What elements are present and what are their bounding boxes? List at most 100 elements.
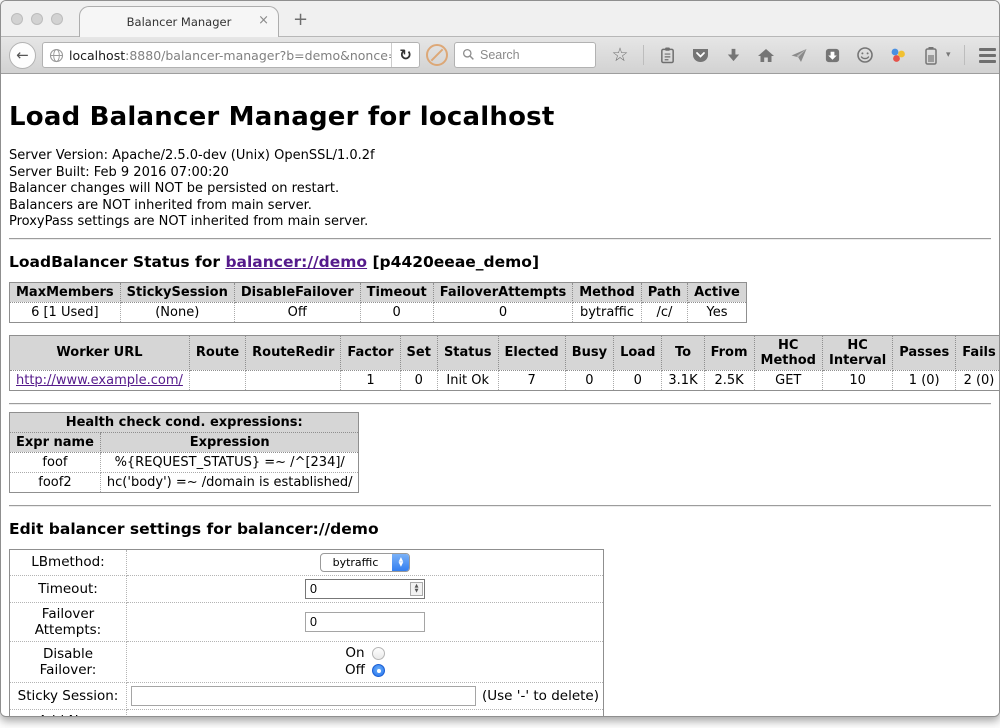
zoom-window-button[interactable] — [51, 13, 63, 25]
pocket-icon[interactable] — [690, 45, 710, 65]
save-to-device-icon[interactable] — [822, 45, 842, 65]
column-header: Method — [573, 282, 641, 302]
column-header: Active — [688, 282, 747, 302]
battery-extension-icon[interactable] — [921, 45, 941, 65]
sticky-session-label: Sticky Session: — [10, 682, 127, 709]
radio-off-label: Off — [345, 662, 365, 679]
balancer-status-table: MaxMembersStickySessionDisableFailoverTi… — [9, 282, 747, 323]
server-info: Server Version: Apache/2.5.0-dev (Unix) … — [9, 148, 991, 231]
add-new-worker-label: Add New Worker: — [10, 709, 127, 716]
column-header: FailoverAttempts — [433, 282, 573, 302]
browser-window: Balancer Manager × + ← localhost:8880/ba… — [0, 0, 1000, 717]
column-header: DisableFailover — [234, 282, 360, 302]
toolbar-icons: ☆ — [610, 45, 1000, 65]
table-cell: 6 [1 Used] — [10, 302, 121, 322]
server-info-line: ProxyPass settings are NOT inherited fro… — [9, 214, 991, 231]
screenshot-root: Balancer Manager × + ← localhost:8880/ba… — [0, 0, 1000, 728]
search-bar[interactable] — [454, 42, 596, 68]
table-row: http://www.example.com/10Init Ok7003.1K2… — [10, 370, 1000, 390]
table-cell: GET — [754, 370, 822, 390]
table-cell: foof2 — [10, 472, 101, 492]
column-header: Route — [189, 335, 245, 370]
column-header: MaxMembers — [10, 282, 121, 302]
server-info-line: Server Built: Feb 9 2016 07:00:20 — [9, 165, 991, 182]
tab-close-icon[interactable]: × — [258, 14, 269, 27]
failover-attempts-label: Failover Attempts: — [10, 602, 127, 641]
column-header: To — [662, 335, 704, 370]
send-plane-icon[interactable] — [789, 45, 809, 65]
column-header: Worker URL — [10, 335, 190, 370]
worker-url-link[interactable]: http://www.example.com/ — [16, 373, 183, 388]
menu-hamburger-icon[interactable] — [978, 45, 998, 65]
clipboard-icon[interactable] — [657, 45, 677, 65]
table-row: foof2hc('body') =~ /domain is establishe… — [10, 472, 359, 492]
back-arrow-icon: ← — [16, 46, 29, 64]
sticky-session-hint: (Use '-' to delete) — [482, 688, 599, 704]
content-blocked-icon[interactable] — [426, 44, 448, 66]
table-cell: 3.1K — [662, 370, 704, 390]
new-tab-button[interactable]: + — [293, 9, 308, 30]
table-cell: Off — [234, 302, 360, 322]
tab-balancer-manager[interactable]: Balancer Manager × — [79, 6, 279, 37]
table-cell: 2.5K — [704, 370, 754, 390]
select-stepper-icon: ▲▼ — [392, 553, 409, 572]
search-input[interactable] — [480, 48, 570, 62]
server-info-line: Balancer changes will NOT be persisted o… — [9, 181, 991, 198]
url-text: localhost:8880/balancer-manager?b=demo&n… — [69, 48, 391, 63]
table-cell: /c/ — [641, 302, 687, 322]
globe-icon — [43, 48, 69, 63]
column-header: StickySession — [120, 282, 234, 302]
url-bar[interactable]: localhost:8880/balancer-manager?b=demo&n… — [42, 42, 420, 68]
table-cell: 0 — [614, 370, 662, 390]
home-icon[interactable] — [756, 45, 776, 65]
download-icon[interactable] — [723, 45, 743, 65]
sticky-session-input[interactable] — [131, 686, 476, 706]
column-header: RouteRedir — [246, 335, 341, 370]
table-cell: 2 (0) — [956, 370, 999, 390]
lbmethod-selected-value: bytraffic — [321, 556, 393, 569]
column-header: Fails — [956, 335, 999, 370]
timeout-input[interactable] — [305, 579, 425, 599]
health-check-table: Health check cond. expressions:Expr name… — [9, 412, 359, 493]
minimize-window-button[interactable] — [31, 13, 43, 25]
column-header: Load — [614, 335, 662, 370]
color-dots-icon[interactable] — [888, 45, 908, 65]
table-cell: 1 (0) — [893, 370, 956, 390]
table-cell: Init Ok — [437, 370, 498, 390]
column-header: Timeout — [360, 282, 433, 302]
tab-strip: Balancer Manager × + — [1, 1, 999, 37]
server-info-line: Server Version: Apache/2.5.0-dev (Unix) … — [9, 148, 991, 165]
table-title: Health check cond. expressions: — [10, 412, 359, 432]
emoji-smiley-icon[interactable] — [855, 45, 875, 65]
close-window-button[interactable] — [11, 13, 23, 25]
worker-status-table: Worker URLRouteRouteRedirFactorSetStatus… — [9, 335, 999, 391]
table-cell: hc('body') =~ /domain is established/ — [100, 472, 359, 492]
disable-failover-on-radio[interactable] — [372, 647, 385, 660]
column-header: Path — [641, 282, 687, 302]
balancer-demo-link[interactable]: balancer://demo — [225, 253, 367, 271]
divider — [9, 505, 991, 507]
lbmethod-select[interactable]: bytraffic ▲▼ — [320, 553, 411, 572]
chevron-down-icon[interactable]: ▾ — [946, 50, 951, 60]
table-row: 6 [1 Used](None)Off00bytraffic/c/Yes — [10, 302, 747, 322]
reload-button[interactable]: ↻ — [391, 43, 419, 67]
bookmark-star-icon[interactable]: ☆ — [610, 45, 630, 65]
table-cell: 0 — [565, 370, 613, 390]
search-icon — [462, 46, 475, 65]
disable-failover-off-radio[interactable] — [372, 664, 385, 677]
column-header: Busy — [565, 335, 613, 370]
column-header: Elected — [498, 335, 565, 370]
url-path: :8880/balancer-manager?b=demo&nonce=decc… — [125, 48, 391, 63]
radio-on-label: On — [345, 645, 364, 662]
table-cell: http://www.example.com/ — [10, 370, 190, 390]
edit-balancer-heading: Edit balancer settings for balancer://de… — [9, 520, 991, 538]
back-button[interactable]: ← — [9, 42, 36, 69]
loadbalancer-status-heading: LoadBalancer Status for balancer://demo … — [9, 253, 991, 271]
number-stepper-icon[interactable]: ▲▼ — [410, 582, 423, 596]
table-row: foof%{REQUEST_STATUS} =~ /^[234]/ — [10, 452, 359, 472]
table-cell: 7 — [498, 370, 565, 390]
table-cell: (None) — [120, 302, 234, 322]
failover-attempts-input[interactable] — [305, 612, 425, 632]
table-cell: Yes — [688, 302, 747, 322]
table-cell: bytraffic — [573, 302, 641, 322]
